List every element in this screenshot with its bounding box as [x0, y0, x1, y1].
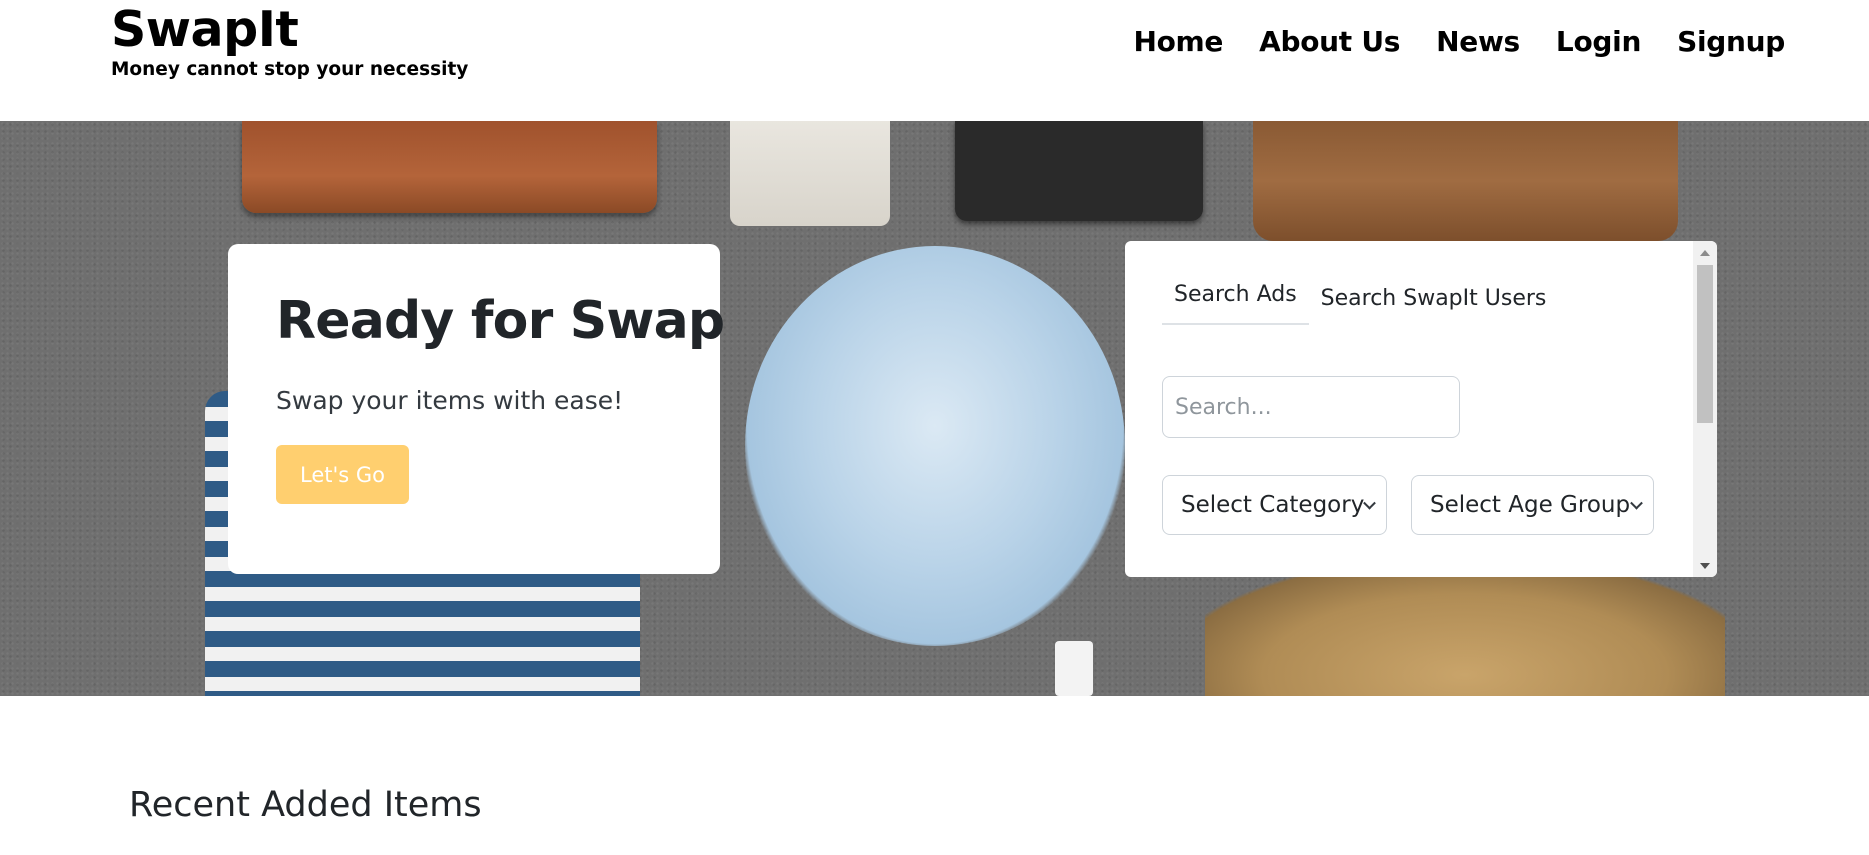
lets-go-button[interactable]: Let's Go [276, 445, 409, 504]
brand-tagline: Money cannot stop your necessity [111, 59, 469, 80]
age-group-select[interactable]: Select Age Group [1411, 475, 1654, 535]
tab-search-swapit-users[interactable]: Search SwapIt Users [1309, 285, 1559, 325]
tab-search-ads[interactable]: Search Ads [1162, 281, 1309, 325]
hero-photo-bag [1253, 121, 1678, 241]
age-group-select-value: Select Age Group [1430, 492, 1631, 518]
category-select[interactable]: Select Category [1162, 475, 1387, 535]
promo-subheading: Swap your items with ease! [276, 386, 624, 415]
nav-news-link[interactable]: News [1436, 22, 1520, 62]
scroll-up-arrow-icon[interactable] [1700, 250, 1710, 256]
hero-photo-boot [1205, 571, 1725, 696]
site-header: SwapIt Money cannot stop your necessity … [0, 0, 1869, 121]
promo-card: Ready for Swap Swap your items with ease… [228, 244, 725, 574]
nav-login-link[interactable]: Login [1556, 22, 1641, 62]
scrollbar-thumb[interactable] [1697, 265, 1713, 423]
recent-items-heading: Recent Added Items [129, 785, 482, 825]
category-select-value: Select Category [1181, 492, 1365, 518]
nav-home-link[interactable]: Home [1133, 22, 1223, 62]
scroll-down-arrow-icon[interactable] [1700, 563, 1710, 569]
hero-photo-wallet [242, 121, 657, 213]
nav-about-us-link[interactable]: About Us [1259, 22, 1400, 62]
panel-scrollbar[interactable] [1693, 241, 1717, 577]
chevron-down-icon [1363, 496, 1376, 510]
nav-signup-link[interactable]: Signup [1677, 22, 1785, 62]
promo-heading: Ready for Swap [276, 291, 725, 351]
main-nav: Home About Us News Login Signup [1133, 22, 1785, 62]
brand-title[interactable]: SwapIt [111, 0, 468, 60]
hero-photo-tablet [955, 121, 1203, 221]
chevron-down-icon [1630, 496, 1643, 510]
hero-photo-cloth [730, 121, 890, 226]
brand[interactable]: SwapIt Money cannot stop your necessity [111, 0, 468, 81]
search-tabs: Search Ads Search SwapIt Users [1162, 281, 1558, 325]
hero-photo-scarf [745, 246, 1125, 646]
hero-photo-watch [1055, 641, 1093, 696]
search-input[interactable] [1162, 376, 1460, 438]
search-panel: Search Ads Search SwapIt Users Select Ca… [1125, 241, 1717, 577]
hero-banner: Ready for Swap Swap your items with ease… [0, 121, 1869, 696]
